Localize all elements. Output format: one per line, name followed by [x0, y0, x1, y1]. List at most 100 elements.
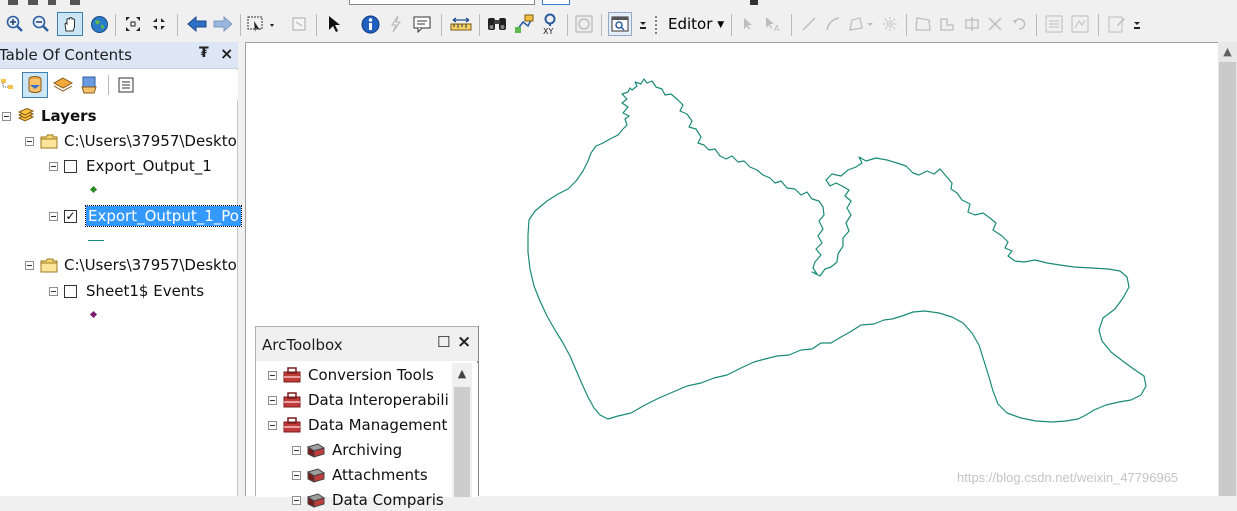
layer-visibility-checkbox[interactable]	[64, 159, 77, 173]
scrollbar-thumb[interactable]	[1219, 62, 1236, 496]
midpoint-icon[interactable]	[880, 12, 900, 36]
layer-visibility-checkbox[interactable]	[64, 284, 77, 298]
html-popup-icon[interactable]	[411, 12, 433, 36]
list-by-visibility-icon[interactable]	[52, 73, 74, 97]
editor-menu-button[interactable]: Editor ▼	[662, 13, 730, 35]
sketch-properties-icon[interactable]	[1069, 12, 1091, 36]
toolbox-icon	[283, 417, 301, 433]
maximize-icon[interactable]: ☐	[437, 333, 450, 351]
list-by-drawing-order-icon[interactable]	[0, 73, 18, 97]
zoom-out-icon[interactable]	[31, 12, 51, 36]
toolset-item-data-comparison[interactable]: Data Comparis	[292, 489, 444, 511]
options-icon[interactable]	[116, 73, 136, 97]
collapse-icon[interactable]	[25, 136, 34, 146]
close-icon[interactable]: ×	[457, 332, 471, 352]
collapse-icon[interactable]	[49, 161, 58, 171]
go-to-xy-icon[interactable]: XY	[539, 12, 561, 36]
create-features-icon[interactable]	[1106, 12, 1128, 36]
expand-icon[interactable]	[268, 370, 277, 380]
toolset-item-label: Data Comparis	[332, 491, 444, 509]
editor-toolbar-options-icon[interactable]	[1132, 12, 1142, 36]
watermark: https://blog.csdn.net/weixin_47796965	[957, 470, 1179, 485]
list-by-selection-icon[interactable]	[78, 73, 100, 97]
time-slider-icon[interactable]	[573, 12, 595, 36]
attributes-icon[interactable]	[1043, 12, 1065, 36]
upper-toolbar-button[interactable]	[542, 0, 570, 5]
clear-selection-icon[interactable]	[289, 12, 309, 36]
layer-visibility-checkbox[interactable]: ✓	[64, 209, 77, 223]
pin-icon[interactable]: ₮	[199, 45, 209, 61]
expand-icon[interactable]	[292, 495, 301, 505]
toolset-item-archiving[interactable]: Archiving	[292, 439, 402, 461]
reshape-feature-icon[interactable]	[937, 12, 959, 36]
map-vertical-scrollbar[interactable]: ▲	[1218, 42, 1237, 496]
toolset-item-label: Archiving	[332, 441, 403, 459]
edit-vertices-icon[interactable]	[912, 12, 934, 36]
zoom-in-icon[interactable]	[5, 12, 25, 36]
cut-polygons-icon[interactable]	[961, 12, 983, 36]
collapse-icon[interactable]	[49, 211, 58, 221]
toolbox-icon	[283, 367, 301, 383]
back-icon[interactable]	[186, 12, 208, 36]
pan-icon[interactable]	[57, 12, 83, 36]
trace-tool-icon[interactable]	[847, 12, 877, 36]
hyperlink-icon[interactable]	[385, 12, 407, 36]
arctoolbox-title: ArcToolbox	[262, 336, 343, 354]
toc-item-label: C:\Users\37957\Deskto	[64, 256, 237, 274]
rotate-tool-icon[interactable]	[1009, 12, 1029, 36]
toolbox-item-data-interoperability[interactable]: Data Interoperabili	[268, 389, 449, 411]
close-icon[interactable]: ×	[220, 44, 233, 63]
forward-icon[interactable]	[212, 12, 234, 36]
toc-item-folder-2[interactable]: C:\Users\37957\Deskto	[25, 254, 237, 276]
select-features-icon[interactable]	[246, 12, 280, 36]
measure-icon[interactable]	[449, 12, 473, 36]
toc-toolbar	[0, 70, 238, 100]
edit-tool-icon[interactable]	[739, 12, 757, 36]
arctoolbox-scrollbar[interactable]: ▲	[452, 363, 472, 497]
edit-annotation-tool-icon[interactable]: A	[762, 12, 784, 36]
identify-icon[interactable]	[359, 12, 381, 36]
select-elements-icon[interactable]	[324, 12, 344, 36]
toolset-item-attachments[interactable]: Attachments	[292, 464, 428, 486]
toolbox-item-label: Conversion Tools	[308, 366, 434, 384]
folder-icon	[40, 258, 58, 272]
find-icon[interactable]	[486, 12, 508, 36]
toc-item-folder-1[interactable]: C:\Users\37957\Deskto	[25, 130, 237, 152]
expand-icon[interactable]	[268, 395, 277, 405]
toolbar-grip[interactable]	[654, 15, 658, 35]
boundary-polyline[interactable]	[527, 78, 1147, 423]
collapse-icon[interactable]	[25, 260, 34, 270]
scale-combobox[interactable]	[349, 0, 535, 5]
fixed-zoom-out-icon[interactable]	[149, 12, 169, 36]
layers-label: Layers	[41, 107, 97, 125]
folder-icon	[40, 134, 58, 148]
collapse-icon[interactable]	[268, 420, 277, 430]
toc-layer-sheet1-events[interactable]: Sheet1$ Events	[49, 280, 204, 302]
find-route-icon[interactable]	[513, 12, 535, 36]
scroll-up-icon[interactable]: ▲	[1218, 42, 1237, 61]
expand-icon[interactable]	[292, 445, 301, 455]
toolbox-item-conversion-tools[interactable]: Conversion Tools	[268, 364, 434, 386]
arctoolbox-title-bar[interactable]: ArcToolbox ☐ ×	[256, 327, 478, 361]
toolset-icon	[306, 443, 326, 458]
straight-segment-icon[interactable]	[799, 12, 819, 36]
list-by-source-icon[interactable]	[22, 72, 48, 98]
collapse-icon[interactable]	[2, 111, 11, 121]
toolbox-item-data-management[interactable]: Data Management	[268, 414, 447, 436]
fixed-zoom-in-icon[interactable]	[123, 12, 143, 36]
layers-data-frame[interactable]: Layers	[2, 105, 97, 127]
expand-icon[interactable]	[292, 470, 301, 480]
endpoint-arc-icon[interactable]	[823, 12, 843, 36]
toc-title-bar[interactable]: Table Of Contents ₮ ×	[0, 42, 238, 69]
toolbar-options-icon[interactable]	[638, 12, 648, 36]
scroll-up-icon[interactable]: ▲	[452, 363, 472, 383]
toc-layer-export-output-1-po[interactable]: ✓ Export_Output_1_Po	[49, 205, 242, 227]
svg-text:XY: XY	[543, 27, 553, 35]
scrollbar-thumb[interactable]	[454, 387, 470, 497]
full-extent-icon[interactable]	[88, 12, 110, 36]
viewer-window-icon[interactable]	[608, 12, 632, 36]
collapse-icon[interactable]	[49, 286, 58, 296]
split-tool-icon[interactable]	[985, 12, 1005, 36]
toc-layer-export-output-1[interactable]: Export_Output_1	[49, 155, 212, 177]
svg-text:A: A	[774, 24, 780, 32]
